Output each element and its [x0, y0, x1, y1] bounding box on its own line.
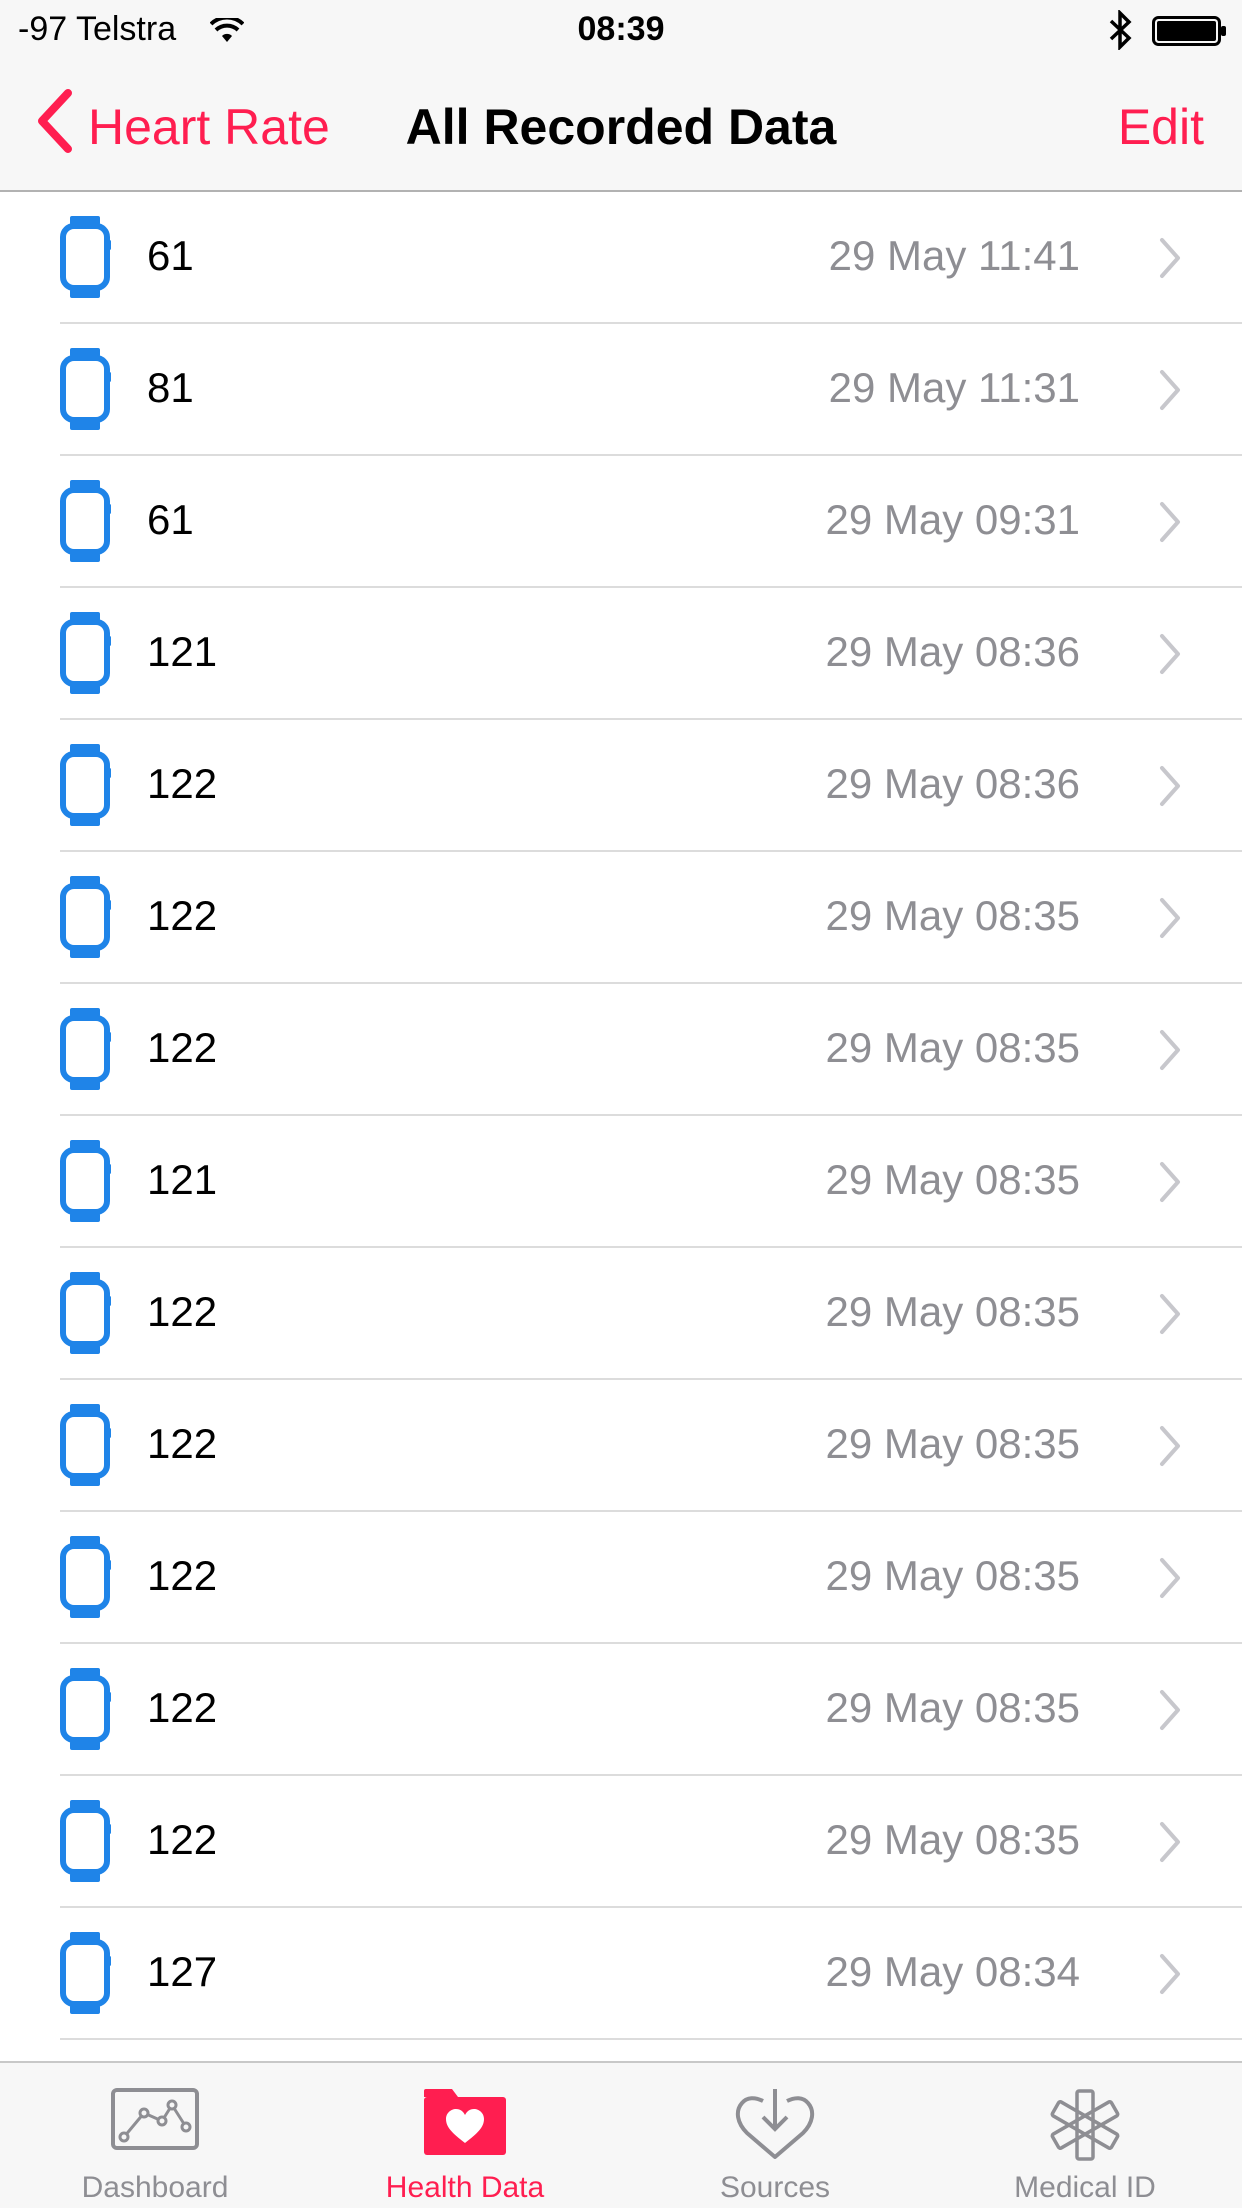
top-bar: -97 Telstra 08:39 Heart Rate All Recorde… — [0, 0, 1242, 192]
chevron-right-icon — [1157, 368, 1183, 417]
heart-rate-value: 122 — [147, 1288, 218, 1335]
recorded-date: 29 May 08:35 — [825, 1816, 1080, 1863]
recorded-date: 29 May 08:35 — [825, 892, 1080, 939]
table-row[interactable]: 122 29 May 08:35 — [0, 1248, 1242, 1380]
table-row[interactable]: 122 29 May 08:36 — [0, 720, 1242, 852]
chevron-right-icon — [1157, 1556, 1183, 1605]
table-row[interactable]: 121 29 May 08:36 — [0, 588, 1242, 720]
page-title: All Recorded Data — [405, 99, 837, 155]
tab-label: Health Data — [385, 2171, 545, 2204]
recorded-date: 29 May 08:36 — [825, 628, 1080, 675]
chevron-right-icon — [1157, 1424, 1183, 1473]
heart-rate-value: 81 — [147, 364, 194, 411]
recorded-date: 29 May 08:34 — [825, 1948, 1080, 1995]
apple-watch-icon — [60, 742, 114, 833]
recorded-data-list: 61 29 May 11:41 81 29 May 11:31 61 29 May 09:… — [0, 192, 1242, 2040]
recorded-date: 29 May 08:35 — [825, 1288, 1080, 1335]
table-row[interactable]: 122 29 May 08:35 — [0, 852, 1242, 984]
medical-id-asterisk-icon — [930, 2087, 1240, 2163]
apple-watch-icon — [60, 1138, 114, 1229]
table-row[interactable]: 122 29 May 08:35 — [0, 1380, 1242, 1512]
recorded-date: 29 May 08:35 — [825, 1420, 1080, 1467]
apple-watch-icon — [60, 1666, 114, 1757]
table-row[interactable]: 127 29 May 08:34 — [0, 1908, 1242, 2040]
bluetooth-icon — [1108, 8, 1134, 59]
heart-rate-value: 122 — [147, 760, 218, 807]
chevron-right-icon — [1157, 500, 1183, 549]
apple-watch-icon — [60, 1270, 114, 1361]
tab-medical-id[interactable]: Medical ID — [930, 2063, 1240, 2210]
recorded-date: 29 May 08:36 — [825, 760, 1080, 807]
heart-rate-value: 127 — [147, 1948, 218, 1995]
table-row[interactable]: 122 29 May 08:35 — [0, 1776, 1242, 1908]
status-time: 08:39 — [577, 10, 665, 48]
chevron-right-icon — [1157, 632, 1183, 681]
chevron-right-icon — [1157, 1160, 1183, 1209]
recorded-date: 29 May 08:35 — [825, 1024, 1080, 1071]
tab-label: Dashboard — [81, 2171, 229, 2204]
apple-watch-icon — [60, 1798, 114, 1889]
dashboard-chart-icon — [0, 2087, 310, 2153]
table-row[interactable]: 61 29 May 11:41 — [0, 192, 1242, 324]
apple-watch-icon — [60, 874, 114, 965]
apple-watch-icon — [60, 1402, 114, 1493]
chevron-right-icon — [1157, 1688, 1183, 1737]
heart-rate-value: 61 — [147, 232, 194, 279]
heart-rate-value: 121 — [147, 628, 218, 675]
heart-rate-value: 122 — [147, 1816, 218, 1863]
health-data-folder-heart-icon — [310, 2087, 620, 2157]
recorded-date: 29 May 09:31 — [825, 496, 1080, 543]
table-row[interactable]: 81 29 May 11:31 — [0, 324, 1242, 456]
chevron-right-icon — [1157, 896, 1183, 945]
tab-sources[interactable]: Sources — [620, 2063, 930, 2210]
chevron-right-icon — [1157, 1820, 1183, 1869]
table-row[interactable]: 122 29 May 08:35 — [0, 1512, 1242, 1644]
edit-button[interactable]: Edit — [1118, 98, 1204, 156]
sources-download-heart-icon — [620, 2087, 930, 2159]
tab-label: Medical ID — [1014, 2171, 1156, 2204]
recorded-date: 29 May 08:35 — [825, 1156, 1080, 1203]
recorded-date: 29 May 08:35 — [825, 1552, 1080, 1599]
status-bar: -97 Telstra 08:39 — [0, 0, 1242, 62]
apple-watch-icon — [60, 1534, 114, 1625]
recorded-date: 29 May 11:31 — [828, 364, 1080, 411]
apple-watch-icon — [60, 610, 114, 701]
apple-watch-icon — [60, 1006, 114, 1097]
tab-label: Sources — [719, 2171, 831, 2204]
chevron-right-icon — [1157, 236, 1183, 285]
heart-rate-value: 122 — [147, 1024, 218, 1071]
chevron-right-icon — [1157, 1028, 1183, 1077]
apple-watch-icon — [60, 478, 114, 569]
navigation-bar: Heart Rate All Recorded Data Edit — [0, 62, 1242, 192]
battery-icon — [1152, 16, 1228, 55]
chevron-right-icon — [1157, 1952, 1183, 2001]
table-row[interactable]: 61 29 May 09:31 — [0, 456, 1242, 588]
apple-watch-icon — [60, 1930, 114, 2021]
heart-rate-value: 121 — [147, 1156, 218, 1203]
chevron-right-icon — [1157, 1292, 1183, 1341]
tab-dashboard[interactable]: Dashboard — [0, 2063, 310, 2210]
apple-watch-icon — [60, 346, 114, 437]
recorded-date: 29 May 08:35 — [825, 1684, 1080, 1731]
apple-watch-icon — [60, 214, 114, 305]
heart-rate-value: 61 — [147, 496, 194, 543]
heart-rate-value: 122 — [147, 1552, 218, 1599]
tab-bar: Dashboard Health Data Sources Medical ID — [0, 2061, 1242, 2208]
heart-rate-value: 122 — [147, 1684, 218, 1731]
table-row[interactable]: 121 29 May 08:35 — [0, 1116, 1242, 1248]
tab-health-data[interactable]: Health Data — [310, 2063, 620, 2210]
recorded-date: 29 May 11:41 — [828, 232, 1080, 279]
heart-rate-value: 122 — [147, 892, 218, 939]
table-row[interactable]: 122 29 May 08:35 — [0, 1644, 1242, 1776]
heart-rate-value: 122 — [147, 1420, 218, 1467]
chevron-right-icon — [1157, 764, 1183, 813]
table-row[interactable]: 122 29 May 08:35 — [0, 984, 1242, 1116]
